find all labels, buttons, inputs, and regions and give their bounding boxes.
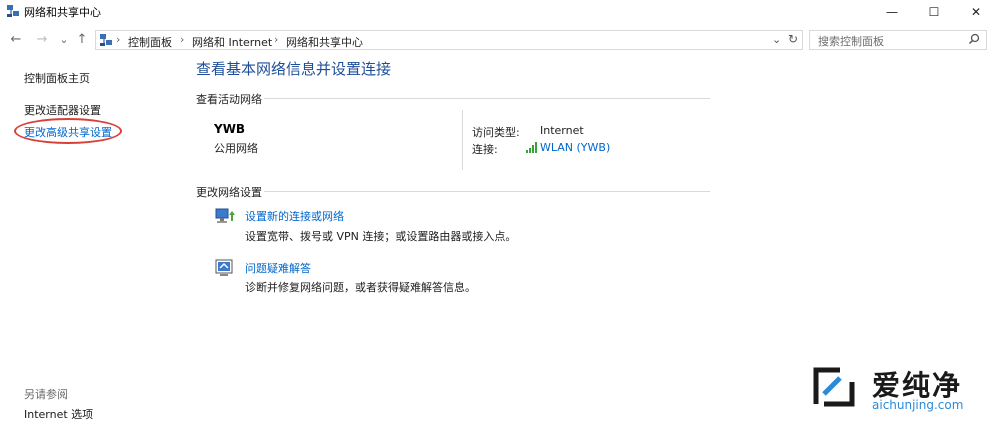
- connection-link[interactable]: WLAN (YWB): [540, 141, 610, 154]
- breadcrumb-network-sharing-center[interactable]: 网络和共享中心: [286, 34, 363, 50]
- see-also-heading: 另请参阅: [24, 388, 68, 401]
- watermark: 爱纯净 aichunjing.com: [806, 360, 996, 416]
- up-arrow-icon[interactable]: ↑: [74, 32, 90, 48]
- address-bar[interactable]: › 控制面板 › 网络和 Internet › 网络和共享中心 ⌄ ↻: [95, 30, 803, 50]
- refresh-icon[interactable]: ↻: [788, 32, 798, 46]
- back-arrow-icon[interactable]: ←: [8, 32, 24, 48]
- forward-arrow-icon[interactable]: →: [34, 32, 50, 48]
- sidebar-item-control-panel-home[interactable]: 控制面板主页: [24, 70, 90, 86]
- close-button[interactable]: ✕: [956, 0, 996, 24]
- breadcrumb-network-internet[interactable]: 网络和 Internet: [192, 34, 272, 50]
- setup-new-connection-link[interactable]: 设置新的连接或网络: [245, 208, 344, 224]
- wifi-signal-icon: [526, 142, 537, 153]
- troubleshoot-desc: 诊断并修复网络问题，或者获得疑难解答信息。: [245, 281, 476, 294]
- chevron-right-icon: ›: [116, 33, 121, 46]
- access-type-value: Internet: [540, 124, 584, 137]
- window-title: 网络和共享中心: [24, 6, 101, 19]
- network-center-icon: [100, 34, 112, 46]
- troubleshoot-icon: [215, 259, 233, 276]
- page-title: 查看基本网络信息并设置连接: [196, 60, 392, 78]
- watermark-url: aichunjing.com: [872, 398, 964, 412]
- chevron-right-icon: ›: [274, 33, 279, 46]
- title-bar: 网络和共享中心 — ☐ ✕: [0, 0, 996, 24]
- network-type: 公用网络: [214, 142, 258, 155]
- active-networks-heading: 查看活动网络: [196, 93, 262, 106]
- minimize-button[interactable]: —: [872, 0, 912, 24]
- troubleshoot-link[interactable]: 问题疑难解答: [245, 260, 311, 276]
- search-box[interactable]: [809, 30, 987, 50]
- access-type-label: 访问类型:: [472, 126, 520, 139]
- sidebar-item-internet-options[interactable]: Internet 选项: [24, 406, 93, 422]
- search-icon[interactable]: [968, 33, 980, 45]
- sidebar-item-adapter-settings[interactable]: 更改适配器设置: [24, 102, 101, 118]
- new-connection-icon: [215, 208, 235, 223]
- network-name: YWB: [214, 122, 246, 136]
- section-divider: [264, 98, 710, 99]
- maximize-button[interactable]: ☐: [914, 0, 954, 24]
- breadcrumb-control-panel[interactable]: 控制面板: [128, 34, 172, 50]
- change-settings-heading: 更改网络设置: [196, 186, 262, 199]
- aichunjing-logo-icon: [813, 367, 855, 407]
- address-dropdown-icon[interactable]: ⌄: [772, 33, 781, 46]
- vertical-divider: [462, 110, 463, 170]
- highlight-ellipse: [14, 118, 122, 144]
- recent-locations-icon[interactable]: ⌄: [56, 32, 72, 48]
- connection-label: 连接:: [472, 143, 498, 156]
- section-divider: [264, 191, 710, 192]
- chevron-right-icon: ›: [180, 33, 185, 46]
- search-input[interactable]: [816, 33, 970, 49]
- network-center-icon: [7, 5, 19, 17]
- setup-new-connection-desc: 设置宽带、拨号或 VPN 连接；或设置路由器或接入点。: [245, 230, 517, 243]
